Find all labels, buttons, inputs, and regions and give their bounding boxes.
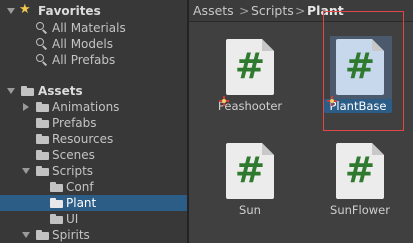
tree-folder-conf[interactable]: Conf: [0, 179, 187, 195]
tree-item-label: Scripts: [52, 164, 94, 178]
breadcrumb-separator: >: [295, 3, 306, 18]
tree-folder-spirits[interactable]: Spirits: [0, 227, 187, 243]
tree-item-label: Scenes: [52, 148, 95, 162]
prefab-add-icon: [327, 96, 337, 106]
folder-icon: [36, 118, 49, 128]
tree-fav-all-models[interactable]: All Models: [0, 36, 187, 52]
expand-arrow-icon[interactable]: [7, 8, 15, 14]
csharp-script-icon: #: [344, 150, 376, 191]
tree-item-label: Animations: [52, 100, 120, 114]
search-icon: [36, 38, 48, 50]
tree-favorites[interactable]: ★ Favorites: [0, 2, 187, 19]
tree-assets-label: Assets: [38, 84, 83, 98]
csharp-script-icon: #: [344, 46, 376, 87]
tree-favorites-label: Favorites: [38, 4, 101, 18]
tree-fav-all-prefabs[interactable]: All Prefabs: [0, 52, 187, 68]
folder-icon: [50, 198, 63, 208]
project-tree-panel: ★ Favorites All Materials All Models All…: [0, 0, 187, 243]
tree-folder-scripts[interactable]: Scripts: [0, 163, 187, 179]
folder-icon: [50, 182, 63, 192]
expand-arrow-icon[interactable]: [7, 88, 15, 94]
csharp-script-icon: #: [234, 150, 266, 191]
prefab-add-icon: [219, 96, 229, 106]
tree-item-label: Conf: [66, 180, 94, 194]
assets-view-panel: Assets > Scripts > Plant # Peashooter # …: [189, 0, 413, 243]
folder-icon: [36, 166, 49, 176]
tree-folder-ui[interactable]: UI: [0, 211, 187, 227]
tree-fav-all-materials[interactable]: All Materials: [0, 20, 187, 36]
tree-folder-plant[interactable]: Plant: [0, 195, 187, 211]
folder-icon: [50, 214, 63, 224]
breadcrumb-scripts[interactable]: Scripts: [251, 3, 294, 18]
csharp-script-icon: #: [234, 46, 266, 87]
tree-item-label: Spirits: [52, 228, 90, 242]
asset-name: Sun: [239, 203, 261, 217]
tree-item-label: Resources: [52, 132, 114, 146]
star-icon: ★: [19, 2, 31, 17]
tree-folder-scenes[interactable]: Scenes: [0, 147, 187, 163]
tree-folder-prefabs[interactable]: Prefabs: [0, 115, 187, 131]
tree-folder-resources[interactable]: Resources: [0, 131, 187, 147]
tree-item-label: All Models: [52, 37, 113, 51]
folder-icon: [21, 86, 34, 96]
breadcrumb-separator: >: [239, 3, 250, 18]
expand-arrow-icon[interactable]: [22, 232, 30, 238]
folder-icon: [36, 150, 49, 160]
folder-icon: [36, 134, 49, 144]
tree-assets[interactable]: Assets: [0, 83, 187, 99]
tree-item-label: All Prefabs: [52, 53, 116, 67]
tree-item-label: All Materials: [52, 21, 126, 35]
expand-arrow-icon[interactable]: [22, 168, 30, 174]
tree-folder-animations[interactable]: Animations: [0, 99, 187, 115]
tree-item-label: Plant: [66, 196, 97, 210]
tree-item-label: Prefabs: [52, 116, 97, 130]
folder-icon: [36, 230, 49, 240]
folder-icon: [36, 102, 49, 112]
collapse-arrow-icon[interactable]: [23, 103, 29, 111]
breadcrumb-assets[interactable]: Assets: [193, 3, 234, 18]
tree-item-label: UI: [66, 212, 79, 226]
search-icon: [36, 22, 48, 34]
search-icon: [36, 54, 48, 66]
asset-name: SunFlower: [330, 203, 390, 217]
